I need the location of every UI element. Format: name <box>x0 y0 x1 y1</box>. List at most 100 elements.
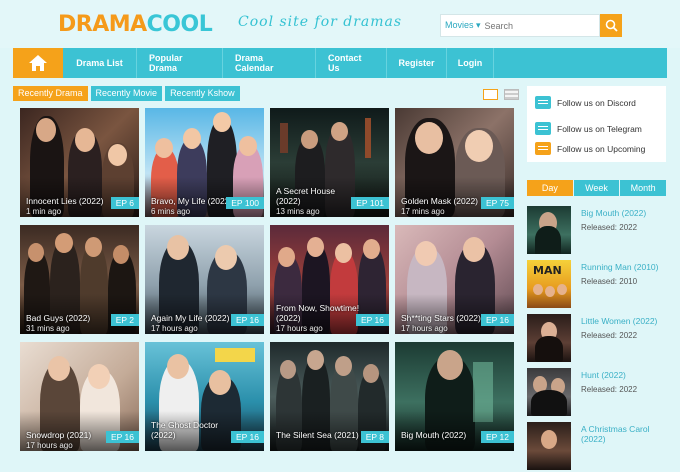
follow-telegram-link[interactable]: Follow us on Telegram <box>535 122 642 135</box>
follow-label: Follow us on Upcoming <box>557 143 646 154</box>
list-thumbnail <box>527 368 571 416</box>
list-item[interactable]: MAN Running Man (2010) Released: 2010 <box>527 260 672 310</box>
search-box: Movies ▾ <box>440 14 600 37</box>
card-time: 6 mins ago <box>151 207 191 216</box>
logo-text-drama: DRAMA <box>58 11 147 37</box>
tab-recently-kshow[interactable]: Recently Kshow <box>165 86 240 101</box>
content-tabs: Recently Drama Recently Movie Recently K… <box>13 86 240 101</box>
main-navbar: Drama List Popular Drama Drama Calendar … <box>13 48 667 78</box>
card-time: 17 hours ago <box>26 441 73 450</box>
card-time: 17 hours ago <box>276 324 323 333</box>
drama-card[interactable]: Golden Mask (2022) 17 mins ago EP 75 <box>395 108 514 217</box>
grid-view-icon[interactable] <box>483 89 498 100</box>
card-time: 13 mins ago <box>276 207 320 216</box>
drama-card[interactable]: From Now, Showtime! (2022) 17 hours ago … <box>270 225 389 334</box>
list-released: Released: 2022 <box>581 331 638 340</box>
list-released: Released: 2010 <box>581 277 638 286</box>
episode-badge: EP 16 <box>480 314 514 326</box>
nav-drama-list[interactable]: Drama List <box>63 48 137 78</box>
drama-card[interactable]: Sh**ting Stars (2022) 17 hours ago EP 16 <box>395 225 514 334</box>
card-title: Sh**ting Stars (2022) <box>401 313 481 323</box>
view-toggle <box>483 89 519 100</box>
search-icon <box>605 19 618 32</box>
drama-card[interactable]: The Ghost Doctor (2022) EP 16 <box>145 342 264 451</box>
list-released: Released: 2022 <box>581 223 638 232</box>
list-thumbnail <box>527 422 571 470</box>
nav-home-button[interactable] <box>13 48 63 78</box>
schedule-tabs: Day Week Month <box>527 180 667 196</box>
drama-card[interactable]: Again My Life (2022) 17 hours ago EP 16 <box>145 225 264 334</box>
list-title[interactable]: Running Man (2010) <box>581 262 669 272</box>
episode-badge: EP 6 <box>110 197 139 209</box>
list-thumbnail <box>527 314 571 362</box>
list-thumbnail <box>527 206 571 254</box>
drama-grid: Innocent Lies (2022) 1 min ago EP 6 Brav… <box>20 108 520 451</box>
episode-badge: EP 16 <box>105 431 139 443</box>
episode-badge: EP 16 <box>230 314 264 326</box>
card-time: 31 mins ago <box>26 324 70 333</box>
list-title[interactable]: Little Women (2022) <box>581 316 669 326</box>
tab-month[interactable]: Month <box>620 180 667 196</box>
list-title[interactable]: Hunt (2022) <box>581 370 669 380</box>
list-item[interactable]: A Christmas Carol (2022) <box>527 422 672 472</box>
site-header: DRAMA COOL Cool site for dramas Movies ▾ <box>0 0 680 48</box>
episode-badge: EP 100 <box>226 197 264 209</box>
nav-register[interactable]: Register <box>387 48 447 78</box>
drama-card[interactable]: Big Mouth (2022) EP 12 <box>395 342 514 451</box>
nav-drama-calendar[interactable]: Drama Calendar <box>223 48 316 78</box>
list-title[interactable]: Big Mouth (2022) <box>581 208 669 218</box>
follow-upcoming-link[interactable]: Follow us on Upcoming <box>535 142 645 155</box>
card-title: Bad Guys (2022) <box>26 313 91 323</box>
card-title: Bravo, My Life (2022) <box>151 196 233 206</box>
thumbnail-logo-text: MAN <box>533 264 562 277</box>
list-item[interactable]: Little Women (2022) Released: 2022 <box>527 314 672 364</box>
search-input[interactable] <box>484 20 595 31</box>
tab-week[interactable]: Week <box>573 180 620 196</box>
nav-contact-us[interactable]: Contact Us <box>316 48 387 78</box>
card-title: Golden Mask (2022) <box>401 196 479 206</box>
follow-discord-link[interactable]: Follow us on Discord <box>535 96 636 109</box>
search-button[interactable] <box>600 14 622 37</box>
list-thumbnail: MAN <box>527 260 571 308</box>
card-time: 17 hours ago <box>151 324 198 333</box>
episode-badge: EP 2 <box>110 314 139 326</box>
follow-box: Follow us on Discord Follow us on Telegr… <box>527 86 666 162</box>
drama-card[interactable]: A Secret House (2022) 13 mins ago EP 101 <box>270 108 389 217</box>
follow-label: Follow us on Discord <box>557 97 636 108</box>
card-title: Snowdrop (2021) <box>26 430 92 440</box>
card-time: 17 mins ago <box>401 207 445 216</box>
tab-day[interactable]: Day <box>527 180 573 196</box>
nav-popular-drama[interactable]: Popular Drama <box>137 48 223 78</box>
episode-badge: EP 8 <box>360 431 389 443</box>
site-logo[interactable]: DRAMA COOL <box>58 10 213 38</box>
home-icon <box>29 55 47 71</box>
list-item[interactable]: Hunt (2022) Released: 2022 <box>527 368 672 418</box>
card-time: 1 min ago <box>26 207 62 216</box>
episode-badge: EP 12 <box>480 431 514 443</box>
list-released: Released: 2022 <box>581 385 638 394</box>
site-tagline: Cool site for dramas <box>238 14 403 30</box>
card-title: A Secret House (2022) <box>276 186 336 206</box>
telegram-icon <box>535 122 551 135</box>
drama-card[interactable]: Bravo, My Life (2022) 6 mins ago EP 100 <box>145 108 264 217</box>
drama-card[interactable]: Snowdrop (2021) 17 hours ago EP 16 <box>20 342 139 451</box>
list-view-icon[interactable] <box>504 89 519 100</box>
card-time: 17 hours ago <box>401 324 448 333</box>
list-item[interactable]: Big Mouth (2022) Released: 2022 <box>527 206 672 256</box>
episode-badge: EP 16 <box>230 431 264 443</box>
episode-badge: EP 16 <box>355 314 389 326</box>
card-title: The Silent Sea (2021) <box>276 430 359 440</box>
drama-card[interactable]: The Silent Sea (2021) EP 8 <box>270 342 389 451</box>
nav-login[interactable]: Login <box>447 48 494 78</box>
list-title[interactable]: A Christmas Carol (2022) <box>581 424 669 444</box>
logo-text-cool: COOL <box>146 11 213 37</box>
drama-card[interactable]: Innocent Lies (2022) 1 min ago EP 6 <box>20 108 139 217</box>
card-title: Innocent Lies (2022) <box>26 196 104 206</box>
tab-recently-movie[interactable]: Recently Movie <box>90 86 163 101</box>
search-type-select[interactable]: Movies ▾ <box>441 20 485 31</box>
tab-recently-drama[interactable]: Recently Drama <box>13 86 88 101</box>
drama-card[interactable]: Bad Guys (2022) 31 mins ago EP 2 <box>20 225 139 334</box>
card-title: Big Mouth (2022) <box>401 430 467 440</box>
card-title: The Ghost Doctor (2022) <box>151 420 219 440</box>
card-title: Again My Life (2022) <box>151 313 230 323</box>
